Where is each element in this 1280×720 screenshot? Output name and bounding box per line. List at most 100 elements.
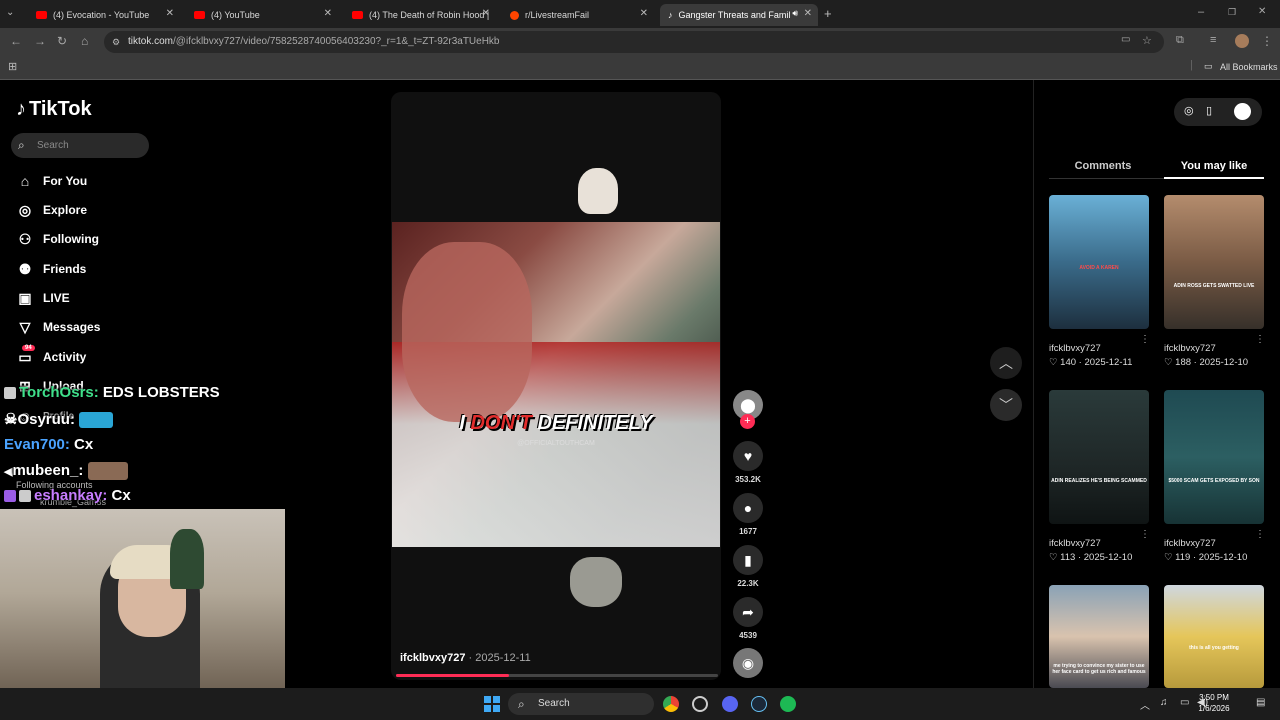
video-frame[interactable] <box>392 222 720 547</box>
extensions-icon[interactable]: ⧉ <box>1176 34 1184 47</box>
recommended-video-card[interactable]: this is all you getting <box>1164 585 1264 688</box>
card-author: ifcklbvxy727 <box>1164 343 1216 354</box>
search-icon: ⌕ <box>518 697 525 711</box>
site-info-icon[interactable]: ⚙ <box>112 31 120 53</box>
theme-toggle-icon[interactable] <box>1234 103 1251 120</box>
chat-badge-icon <box>19 490 31 503</box>
url-input[interactable]: ⚙ tiktok.com/@ifcklbvxy727/video/7582528… <box>104 31 1164 53</box>
tab-search-icon[interactable]: ⌄ <box>6 7 14 18</box>
reddit-icon <box>510 10 519 20</box>
search-input[interactable]: ⌕ Search <box>11 133 149 158</box>
comment-button[interactable]: ● 1677 <box>732 493 764 536</box>
apps-grid-icon[interactable]: ⊞ <box>8 60 17 73</box>
nav-explore[interactable]: ◎ Explore <box>16 202 87 218</box>
share-button[interactable]: ➦ 4539 <box>732 597 764 640</box>
face-region <box>402 242 532 422</box>
spotify-icon[interactable] <box>780 696 796 712</box>
video-author[interactable]: ifcklbvxy727 <box>400 652 465 664</box>
tiktok-logo[interactable]: ♪ TikTok <box>16 98 92 121</box>
card-options-icon[interactable]: ⋮ <box>1255 529 1265 540</box>
card-options-icon[interactable]: ⋮ <box>1140 334 1150 345</box>
card-meta: ♡ 188 · 2025-12-10 <box>1164 357 1264 368</box>
like-button[interactable]: ♥ 353.2K <box>732 441 764 484</box>
taskbar-clock[interactable]: 3:50 PM 1/6/2026 <box>1184 692 1244 714</box>
card-options-icon[interactable]: ⋮ <box>1140 529 1150 540</box>
notifications-icon[interactable]: ▤ <box>1256 697 1265 708</box>
nav-activity[interactable]: ▭ 94 Activity <box>16 345 86 365</box>
close-tab-icon[interactable]: ✕ <box>166 8 174 19</box>
save-button[interactable]: ▮ 22.3K <box>732 545 764 588</box>
microphone-icon[interactable]: ♫ <box>1160 697 1168 708</box>
compass-icon[interactable]: ◎ <box>1184 104 1194 117</box>
heart-outline-icon: ♡ <box>1164 552 1176 563</box>
close-tab-icon[interactable]: ✕ <box>804 8 812 19</box>
minimize-button[interactable]: – <box>1198 6 1204 18</box>
tab-comments[interactable]: Comments <box>1050 160 1156 172</box>
tiktok-note-icon: ♪ <box>16 98 26 120</box>
video-thumbnail: this is all you getting <box>1164 585 1264 688</box>
author-avatar-button[interactable]: ⬤ + <box>732 390 764 429</box>
chrome-icon[interactable] <box>663 696 679 712</box>
follow-plus-icon[interactable]: + <box>740 414 755 429</box>
nav-friends[interactable]: ⚉ Friends <box>16 261 87 277</box>
tab-you-may-like[interactable]: You may like <box>1164 160 1264 172</box>
window-close-button[interactable]: ✕ <box>1258 6 1266 17</box>
video-watermark: @OFFICIALTOUTHCAM <box>517 440 595 447</box>
chat-username: TorchOsrs: <box>19 384 99 401</box>
windows-start-icon[interactable] <box>484 696 500 712</box>
card-options-icon[interactable]: ⋮ <box>1255 334 1265 345</box>
nav-for-you[interactable]: ⌂ For You <box>16 173 87 189</box>
url-path: /@ifcklbvxy727/video/7582528740056403230… <box>173 36 500 47</box>
steam-icon[interactable] <box>751 696 767 712</box>
browser-tab-1[interactable]: (4) Evocation - YouTube ✕ <box>28 4 180 26</box>
browser-tab-4[interactable]: r/LivestreamFail ✕ <box>502 4 654 26</box>
start-square <box>484 696 491 703</box>
profile-avatar[interactable] <box>1235 34 1249 48</box>
video-progress-bar[interactable] <box>396 674 718 677</box>
nav-messages[interactable]: ▽ Messages <box>16 319 101 335</box>
recommended-video-card[interactable]: me trying to convince my sister to use h… <box>1049 585 1149 688</box>
all-bookmarks-button[interactable]: All Bookmarks <box>1220 62 1278 72</box>
maximize-button[interactable]: ❐ <box>1228 7 1236 18</box>
browser-tab-3[interactable]: (4) The Death of Robin Hood | ✕ <box>344 4 496 26</box>
reading-list-icon[interactable]: ≡ <box>1210 34 1216 46</box>
clock-time: 3:50 PM <box>1199 693 1229 702</box>
card-likes: 119 <box>1175 552 1191 563</box>
phone-icon[interactable]: ▯ <box>1206 104 1212 117</box>
taskbar-search[interactable]: ⌕ Search <box>508 693 654 715</box>
nav-live[interactable]: ▣ LIVE <box>16 290 70 306</box>
close-tab-icon[interactable]: ✕ <box>324 8 332 19</box>
home-button-icon[interactable]: ⌂ <box>81 34 88 48</box>
music-disc-button[interactable]: ◉ <box>732 648 764 678</box>
bookmark-star-icon[interactable]: ☆ <box>1142 34 1152 47</box>
comment-count: 1677 <box>739 527 757 536</box>
speaker-icon[interactable]: 🔊︎ <box>792 8 798 19</box>
recommended-video-card[interactable]: ADIN REALIZES HE'S BEING SCAMMED ifcklbv… <box>1049 390 1149 563</box>
compass-icon: ◎ <box>18 202 32 218</box>
recommended-video-card[interactable]: AVOID A KAREN ifcklbvxy727 ♡ 140 · 2025-… <box>1049 195 1149 368</box>
menu-kebab-icon[interactable]: ⋮ <box>1261 34 1273 48</box>
forward-arrow-icon[interactable]: → <box>34 34 46 48</box>
card-likes: 188 <box>1175 357 1192 368</box>
new-tab-button[interactable]: + <box>824 6 832 21</box>
browser-tab-2[interactable]: (4) YouTube ✕ <box>186 4 338 26</box>
thumbnail-text: ADIN REALIZES HE'S BEING SCAMMED <box>1051 478 1147 484</box>
recommended-video-card[interactable]: $5000 SCAM GETS EXPOSED BY SON ifcklbvxy… <box>1164 390 1264 563</box>
back-arrow-icon[interactable]: ← <box>10 34 22 48</box>
tray-chevron-up-icon[interactable]: ︿ <box>1140 697 1150 712</box>
nav-label: LIVE <box>43 291 70 305</box>
close-tab-icon[interactable]: ✕ <box>482 8 490 19</box>
chevron-down-icon[interactable]: ﹀ <box>990 389 1022 421</box>
following-icon: ⚇ <box>18 231 32 247</box>
reload-icon[interactable]: ↻ <box>57 34 67 48</box>
card-likes: 140 <box>1060 357 1077 368</box>
chevron-up-icon[interactable]: ︿ <box>990 347 1022 379</box>
nav-following[interactable]: ⚇ Following <box>16 231 99 247</box>
install-app-icon[interactable]: ▭ <box>1121 34 1130 45</box>
close-tab-icon[interactable]: ✕ <box>640 8 648 19</box>
recommended-video-card[interactable]: ADIN ROSS GETS SWATTED LIVE ifcklbvxy727… <box>1164 195 1264 368</box>
browser-tab-5-active[interactable]: ♪ Gangster Threats and Famil 🔊︎ ✕ <box>660 4 818 26</box>
obs-icon[interactable] <box>692 696 708 712</box>
home-icon: ⌂ <box>20 173 30 189</box>
discord-icon[interactable] <box>722 696 738 712</box>
